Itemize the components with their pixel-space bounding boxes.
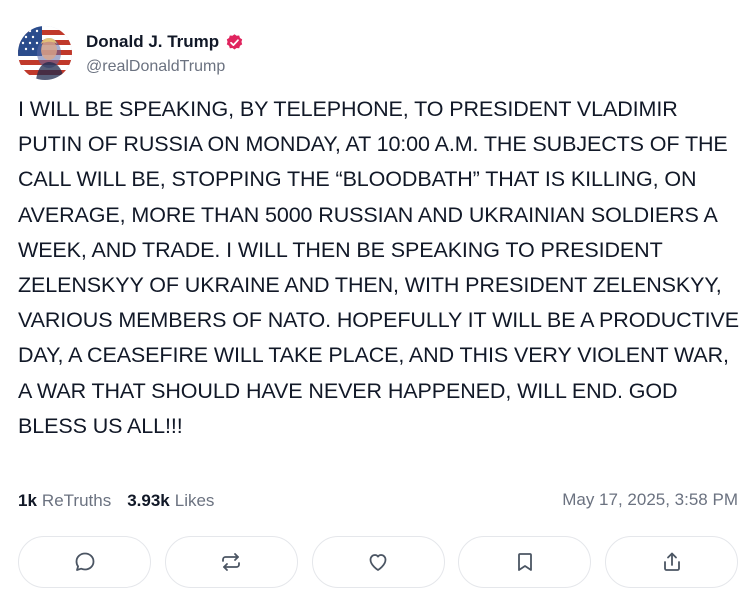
- post-stats: 1k ReTruths 3.93k Likes May 17, 2025, 3:…: [18, 488, 738, 514]
- retruth-icon: [222, 553, 241, 571]
- avatar[interactable]: [18, 26, 72, 80]
- retruths-stat[interactable]: 1k ReTruths: [18, 491, 111, 511]
- verified-badge-icon: [225, 33, 244, 52]
- likes-count: 3.93k: [127, 491, 170, 510]
- share-button[interactable]: [605, 536, 738, 588]
- display-name[interactable]: Donald J. Trump: [86, 32, 219, 52]
- bookmark-icon: [517, 553, 532, 571]
- likes-stat[interactable]: 3.93k Likes: [127, 491, 214, 511]
- reply-button[interactable]: [18, 536, 151, 588]
- author-names: Donald J. Trump @realDonaldTrump: [86, 30, 244, 76]
- retruth-button[interactable]: [164, 536, 298, 588]
- retruths-count: 1k: [18, 491, 37, 510]
- retruths-label: ReTruths: [41, 491, 112, 510]
- share-icon: [663, 552, 680, 571]
- post-text: I WILL BE SPEAKING, BY TELEPHONE, TO PRE…: [18, 97, 739, 438]
- reply-icon: [75, 552, 94, 571]
- avatar-flag-portrait: [18, 26, 72, 80]
- bookmark-button[interactable]: [458, 536, 592, 588]
- post-timestamp[interactable]: May 17, 2025, 3:58 PM: [562, 490, 738, 510]
- likes-label: Likes: [174, 491, 215, 510]
- truth-post: Donald J. Trump @realDonaldTrump I WILL …: [0, 0, 756, 612]
- like-icon: [369, 554, 387, 571]
- like-button[interactable]: [311, 536, 445, 588]
- display-name-row: Donald J. Trump: [86, 30, 244, 54]
- handle[interactable]: @realDonaldTrump: [86, 58, 244, 76]
- action-bar: [18, 536, 738, 588]
- post-header: Donald J. Trump @realDonaldTrump: [18, 26, 244, 80]
